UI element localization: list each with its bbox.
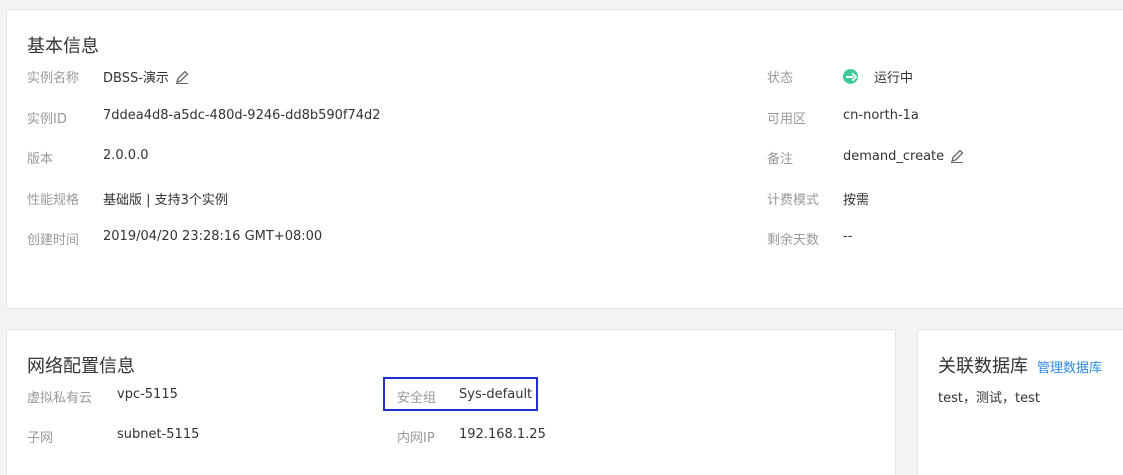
subnet-label: 子网 xyxy=(27,431,54,446)
private-ip-label: 内网IP xyxy=(397,431,435,446)
remaining-days-value: -- xyxy=(843,229,853,244)
instance-id-value: 7ddea4d8-a5dc-480d-9246-dd8b590f74d2 xyxy=(103,108,381,123)
instance-name-label: 实例名称 xyxy=(27,71,80,86)
edit-instance-name-icon[interactable] xyxy=(174,69,190,85)
status-text: 运行中 xyxy=(874,71,914,86)
private-ip-value: 192.168.1.25 xyxy=(459,427,546,442)
related-db-list: test，测试，test xyxy=(938,391,1040,406)
created-time-value: 2019/04/20 23:28:16 GMT+08:00 xyxy=(103,229,323,244)
remaining-days-label: 剩余天数 xyxy=(767,233,820,248)
remark-value: demand_create xyxy=(843,148,965,164)
created-time-label: 创建时间 xyxy=(27,233,80,248)
security-group-highlight xyxy=(383,377,538,411)
running-status-icon xyxy=(843,69,858,84)
billing-mode-value: 按需 xyxy=(843,193,870,208)
version-value: 2.0.0.0 xyxy=(103,148,149,163)
status-value: 运行中 xyxy=(843,67,913,86)
vpc-label: 虚拟私有云 xyxy=(27,391,93,406)
basic-info-title: 基本信息 xyxy=(27,36,99,57)
instance-id-label: 实例ID xyxy=(27,112,67,127)
version-label: 版本 xyxy=(27,152,54,167)
manage-db-link[interactable]: 管理数据库 xyxy=(1037,357,1102,376)
edit-remark-icon[interactable] xyxy=(949,148,965,164)
spec-label: 性能规格 xyxy=(27,193,80,208)
status-label: 状态 xyxy=(767,71,794,86)
billing-mode-label: 计费模式 xyxy=(767,193,820,208)
instance-name-value: DBSS-演示 xyxy=(103,67,190,86)
remark-text: demand_create xyxy=(843,148,945,164)
related-db-title: 关联数据库 xyxy=(938,356,1028,377)
network-info-title: 网络配置信息 xyxy=(27,356,135,377)
instance-name-text: DBSS-演示 xyxy=(103,71,169,86)
remark-label: 备注 xyxy=(767,152,794,167)
vpc-value: vpc-5115 xyxy=(117,387,178,402)
subnet-value: subnet-5115 xyxy=(117,427,200,442)
az-label: 可用区 xyxy=(767,112,807,127)
spec-value: 基础版 | 支持3个实例 xyxy=(103,193,228,208)
az-value: cn-north-1a xyxy=(843,108,919,123)
